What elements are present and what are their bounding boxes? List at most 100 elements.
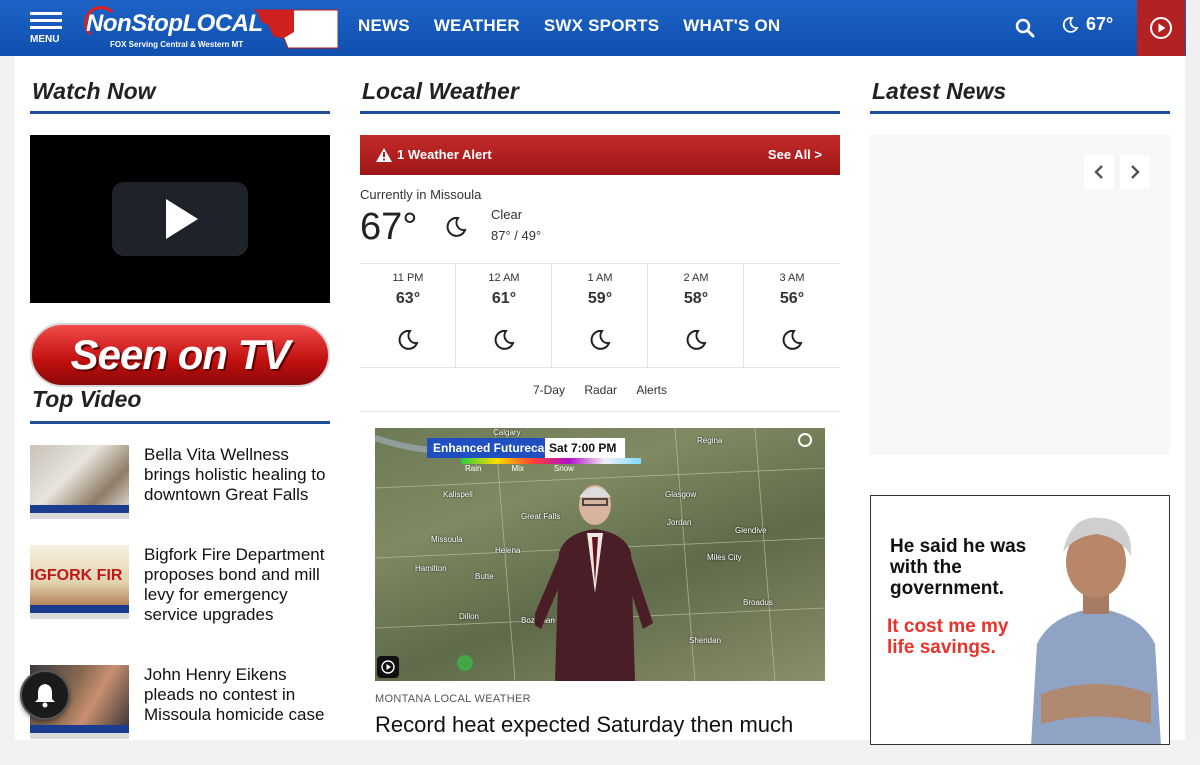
search-icon[interactable] [1014, 17, 1036, 39]
thumbnail-chyron-strip [30, 513, 129, 519]
logo-tagline: FOX Serving Central & Western MT [110, 40, 244, 49]
meteorologist-figure [535, 485, 653, 681]
alert-count: 1 Weather Alert [397, 147, 492, 162]
menu-button[interactable]: MENU [28, 10, 64, 46]
moon-icon [590, 329, 611, 350]
current-condition: Clear [491, 207, 523, 222]
current-location-label: Currently in Missoula [360, 187, 482, 202]
page-scrollbar[interactable] [1186, 0, 1200, 740]
header-weather[interactable]: 67° [1060, 14, 1113, 35]
map-city: Missoula [431, 535, 463, 544]
map-city: Calgary [493, 428, 521, 437]
page-content: Watch Now Seen on TV Top Video Bella Vit… [15, 56, 1185, 745]
site-logo[interactable]: NonStopLOCAL FOX Serving Central & Weste… [84, 6, 340, 52]
story-kicker[interactable]: MONTANA LOCAL WEATHER [375, 693, 531, 705]
nav-weather[interactable]: WEATHER [434, 16, 520, 36]
high-low-temp: 87° / 49° [491, 228, 542, 243]
montana-map-icon [254, 9, 338, 49]
live-video-player[interactable] [30, 135, 330, 303]
map-city: Glendive [735, 526, 767, 535]
story-headline[interactable]: John Henry Eikens pleads no contest in M… [144, 665, 332, 725]
thumbnail-chyron [30, 605, 129, 613]
legend-mix: Mix [511, 464, 524, 473]
video-play-button[interactable] [377, 656, 399, 678]
top-navigation-bar: MENU NonStopLOCAL FOX Serving Central & … [0, 0, 1200, 56]
thumbnail-chyron-strip [30, 733, 129, 739]
play-icon [166, 199, 198, 239]
nav-news[interactable]: NEWS [358, 16, 410, 36]
carousel-prev-button[interactable] [1084, 155, 1114, 189]
moon-icon [686, 329, 707, 350]
legend-labels: Rain Mix Snow [465, 464, 574, 473]
list-item[interactable]: IGFORK FIR Bigfork Fire Department propo… [30, 545, 330, 645]
main-nav: NEWS WEATHER SWX SPORTS WHAT'S ON [358, 16, 780, 36]
hourly-forecast-item: 3 AM 56° [744, 264, 840, 368]
logo-text: NonStop [86, 10, 183, 37]
map-city: Helena [495, 546, 521, 555]
thumbnail-chyron-strip [30, 613, 129, 619]
seen-on-tv-text: Seen on TV [70, 331, 291, 378]
map-city: Dillon [459, 612, 480, 621]
chevron-right-icon [1131, 165, 1140, 179]
play-circle-icon [381, 660, 395, 674]
bell-icon [35, 684, 55, 708]
carousel-next-button[interactable] [1120, 155, 1150, 189]
latest-news-carousel [870, 135, 1170, 455]
futurecast-time-box: Sat 7:00 PM [545, 438, 625, 458]
seven-day-link[interactable]: 7-Day [533, 383, 565, 397]
list-item[interactable]: John Henry Eikens pleads no contest in M… [30, 665, 330, 765]
story-thumbnail[interactable]: IGFORK FIR [30, 545, 129, 619]
hourly-forecast-item: 1 AM 59° [552, 264, 648, 368]
map-city: Glasgow [665, 490, 697, 499]
hamburger-icon [30, 12, 62, 15]
story-thumbnail[interactable] [30, 445, 129, 519]
play-circle-icon [1150, 17, 1172, 39]
weather-story-headline[interactable]: Record heat expected Saturday then much [375, 712, 835, 738]
nav-swx-sports[interactable]: SWX SPORTS [544, 16, 659, 36]
list-item[interactable]: Bella Vita Wellness brings holistic heal… [30, 445, 330, 545]
story-headline[interactable]: Bella Vita Wellness brings holistic heal… [144, 445, 332, 505]
top-video-title: Top Video [30, 386, 330, 424]
hamburger-line [30, 26, 62, 29]
notification-bell-button[interactable] [20, 670, 70, 720]
radar-link[interactable]: Radar [584, 383, 617, 397]
see-all-alerts-link[interactable]: See All > [768, 147, 822, 162]
left-column: Watch Now Seen on TV Top Video Bella Vit… [30, 56, 330, 739]
moon-icon [494, 329, 515, 350]
divider [360, 411, 840, 412]
advertisement[interactable]: He said he was with the government. It c… [870, 495, 1170, 745]
map-city: Hamilton [415, 564, 447, 573]
hourly-forecast-item: 2 AM 58° [648, 264, 744, 368]
seen-on-tv-banner[interactable]: Seen on TV [30, 323, 330, 387]
hourly-forecast-item: 11 PM 63° [360, 264, 456, 368]
futurecast-title: Enhanced Futurecast [433, 441, 556, 455]
menu-label: MENU [30, 34, 60, 45]
live-stream-button[interactable] [1137, 0, 1185, 56]
warning-icon [376, 147, 392, 162]
nav-whats-on[interactable]: WHAT'S ON [683, 16, 780, 36]
legend-snow: Snow [553, 464, 574, 473]
moon-icon [782, 329, 803, 350]
hour-time: 11 PM [392, 272, 424, 284]
story-headline[interactable]: Bigfork Fire Department proposes bond an… [144, 545, 332, 625]
video-play-button[interactable] [112, 182, 248, 256]
watch-now-title: Watch Now [30, 56, 330, 114]
ad-headline: He said he was with the government. [890, 536, 1027, 599]
hour-temp: 58° [683, 290, 709, 307]
weather-video-thumbnail[interactable]: Enhanced Futurecast Sat 7:00 PM Rain Mix… [375, 428, 825, 681]
weather-alert-bar[interactable]: 1 Weather Alert See All > [360, 135, 840, 175]
header-temp: 67° [1086, 14, 1114, 34]
moon-icon [1062, 16, 1079, 33]
hour-time: 12 AM [488, 272, 520, 284]
thumbnail-sign-text: IGFORK FIR [30, 567, 123, 584]
hour-time: 3 AM [779, 272, 805, 284]
local-weather-title: Local Weather [360, 56, 840, 114]
hourly-forecast: 11 PM 63° 12 AM 61° 1 AM 59° 2 AM 58° 3 … [360, 263, 840, 368]
alerts-link[interactable]: Alerts [636, 383, 667, 397]
middle-column: Local Weather 1 Weather Alert See All > … [360, 56, 840, 737]
map-city: Miles City [707, 553, 742, 562]
hour-temp: 63° [395, 290, 421, 307]
hour-temp: 56° [779, 290, 805, 307]
ad-subheadline: It cost me my life savings. [887, 616, 1009, 658]
right-column: Latest News He said he was with the gove… [870, 56, 1170, 745]
